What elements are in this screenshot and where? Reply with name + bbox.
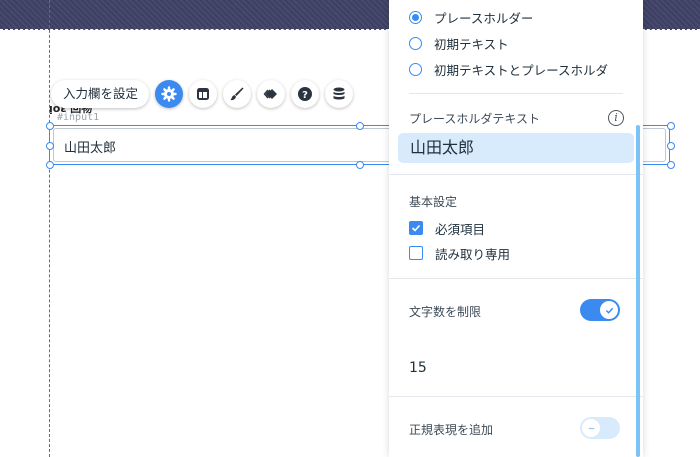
settings-panel: プレースホルダー 初期テキスト 初期テキストとプレースホルダ プレースホルダテキ… (389, 0, 643, 457)
read-only-checkbox[interactable] (409, 246, 423, 260)
resize-handle-bottom-right[interactable] (667, 161, 675, 169)
info-icon[interactable]: i (608, 110, 624, 126)
divider (389, 278, 643, 279)
input-value: 山田太郎 (64, 141, 117, 156)
toggle-knob (600, 301, 618, 319)
minus-icon (588, 427, 594, 429)
required-field-option[interactable]: 必須項目 (409, 219, 485, 237)
resize-handle-bottom-left[interactable] (46, 161, 54, 169)
database-icon (333, 87, 345, 100)
resize-handle-bottom[interactable] (356, 161, 364, 169)
radio-option-placeholder[interactable]: プレースホルダー (409, 8, 533, 26)
placeholder-text-label: プレースホルダテキスト (409, 112, 541, 126)
animation-button[interactable] (257, 80, 285, 108)
read-only-option[interactable]: 読み取り専用 (409, 244, 510, 262)
radio-label: 初期テキスト (434, 36, 509, 52)
toggle-knob (582, 419, 600, 437)
animation-icon (263, 89, 277, 99)
help-icon: ? (298, 87, 312, 101)
radio-label: 初期テキストとプレースホルダ (434, 62, 609, 78)
layout-icon (197, 88, 209, 100)
svg-text:?: ? (302, 90, 308, 101)
element-id-label: #input1 (57, 112, 100, 123)
help-button[interactable]: ? (291, 80, 319, 108)
editor-guide-line (49, 0, 50, 457)
basic-settings-label: 基本設定 (409, 195, 458, 209)
radio-button[interactable] (409, 10, 422, 24)
panel-scrollbar[interactable] (636, 125, 640, 457)
limit-chars-value[interactable]: 15 (409, 360, 427, 376)
required-checkbox[interactable] (409, 221, 423, 235)
radio-button[interactable] (409, 62, 422, 76)
radio-label: プレースホルダー (434, 10, 534, 26)
radio-button[interactable] (409, 36, 422, 50)
resize-handle-top[interactable] (356, 122, 364, 130)
radio-option-initial-and-placeholder[interactable]: 初期テキストとプレースホルダ (409, 60, 608, 78)
checkbox-label: 読み取り専用 (435, 246, 511, 262)
placeholder-text-input[interactable]: 山田太郎 (398, 133, 634, 163)
resize-handle-top-right[interactable] (667, 122, 675, 130)
gear-icon (161, 86, 177, 102)
check-icon (411, 224, 421, 232)
divider (389, 174, 643, 175)
resize-handle-top-left[interactable] (46, 122, 54, 130)
regex-label: 正規表現を追加 (409, 423, 494, 437)
limit-chars-toggle[interactable] (580, 299, 620, 321)
layout-button[interactable] (189, 80, 217, 108)
check-icon (605, 307, 613, 314)
connect-data-button[interactable] (325, 80, 353, 108)
resize-handle-right[interactable] (667, 142, 675, 150)
brush-icon (230, 87, 244, 101)
resize-handle-left[interactable] (46, 142, 54, 150)
design-button[interactable] (223, 80, 251, 108)
limit-chars-label: 文字数を制限 (409, 305, 482, 319)
divider (389, 396, 643, 397)
settings-button[interactable] (155, 80, 183, 108)
radio-option-initial-text[interactable]: 初期テキスト (409, 34, 509, 52)
divider (409, 93, 623, 94)
settings-label-button[interactable]: 入力欄を設定 (51, 80, 149, 108)
checkbox-label: 必須項目 (435, 221, 486, 237)
regex-toggle[interactable] (580, 417, 620, 439)
